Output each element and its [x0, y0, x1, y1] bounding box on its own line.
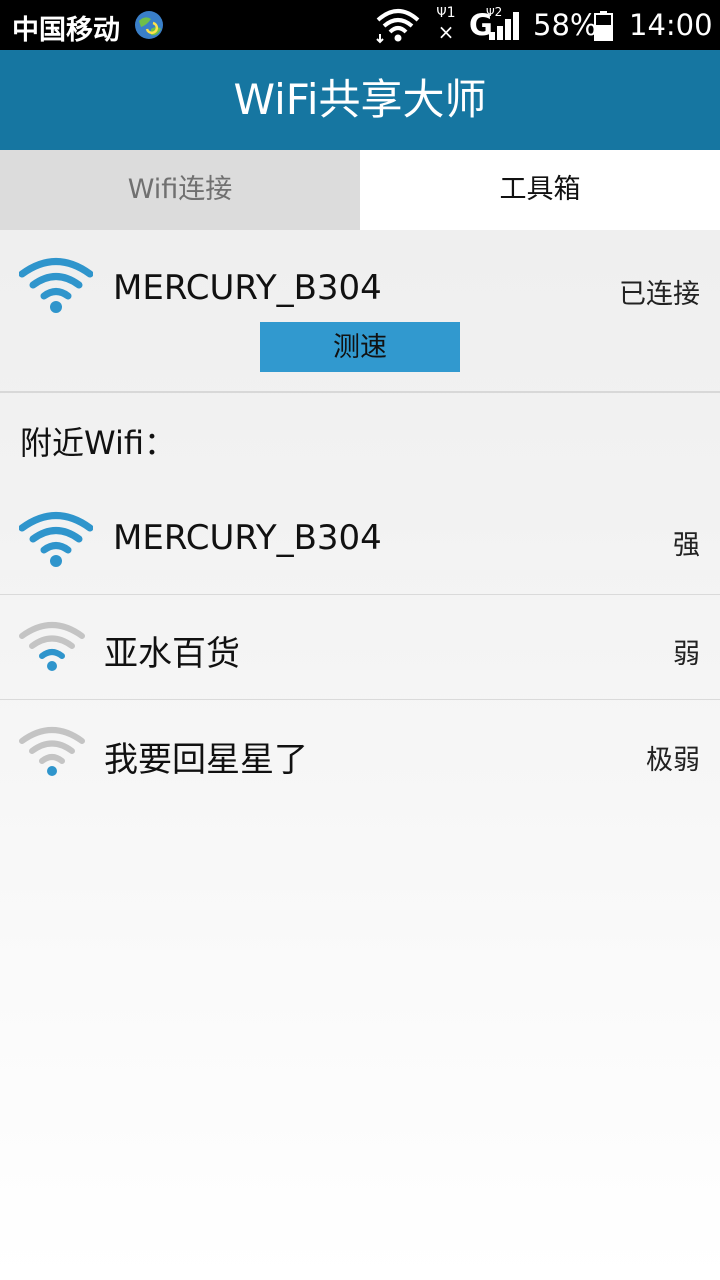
nearby-wifi-heading: 附近Wifi： [20, 424, 176, 462]
wifi-weak-icon [19, 622, 85, 671]
nearby-ssid: 亚水百货 [104, 634, 240, 674]
app-title: WiFi共享大师 [233, 75, 487, 124]
globe-sync-icon [135, 11, 163, 39]
signal-strength: 强 [673, 530, 700, 561]
connected-network-card: MERCURY_B304 已连接 测速 [0, 230, 720, 393]
nearby-ssid: MERCURY_B304 [113, 518, 382, 558]
sim2-signal-icon [489, 12, 519, 40]
signal-strength: 极弱 [646, 745, 700, 776]
wifi-weak-icon [19, 727, 85, 776]
wifi-strong-icon [19, 512, 93, 567]
tab-toolbox[interactable]: 工具箱 [360, 150, 720, 230]
sim1-number: 1 [446, 5, 456, 21]
status-bar: 中国移动 Ψ1 × G Ψ2 58% 14:00 [0, 0, 720, 50]
wifi-signal-icon [376, 9, 420, 44]
speed-test-button[interactable]: 测速 [260, 322, 460, 372]
wifi-strong-icon [19, 258, 93, 313]
app-bar: WiFi共享大师 [0, 50, 720, 150]
connection-status: 已连接 [619, 279, 700, 310]
battery-icon [594, 11, 613, 41]
tab-bar: Wifi连接 工具箱 [0, 150, 720, 230]
battery-percent: 58% [533, 8, 598, 42]
nearby-ssid: 我要回星星了 [104, 740, 308, 780]
nearby-wifi-item[interactable]: 我要回星星了 极弱 [0, 700, 720, 805]
connected-ssid: MERCURY_B304 [113, 268, 382, 308]
carrier-name: 中国移动 [12, 15, 120, 46]
nearby-wifi-item[interactable]: 亚水百货 弱 [0, 595, 720, 700]
signal-strength: 弱 [673, 639, 700, 670]
tab-wifi-connect[interactable]: Wifi连接 [0, 150, 360, 230]
sim1-no-signal-icon: Ψ1 × [436, 5, 456, 44]
nearby-wifi-item[interactable]: MERCURY_B304 强 [0, 485, 720, 595]
clock: 14:00 [629, 8, 713, 42]
